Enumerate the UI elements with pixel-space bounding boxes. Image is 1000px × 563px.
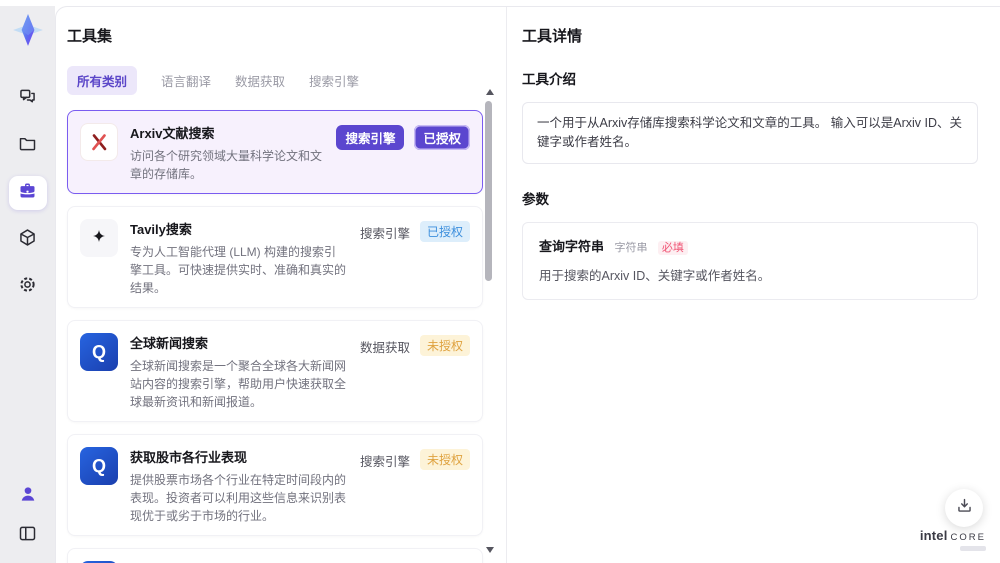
- intro-heading: 工具介绍: [522, 72, 576, 87]
- tool-name: Tavily搜索: [130, 222, 192, 237]
- tool-card-global-news[interactable]: Q 全球新闻搜索 全球新闻搜索是一个聚合全球各大新闻网站内容的搜索引擎，帮助用户…: [67, 320, 483, 422]
- param-required-badge: 必填: [657, 240, 688, 255]
- cube-icon: [17, 227, 38, 253]
- sidebar-item-collapse[interactable]: [9, 519, 47, 553]
- app-logo-icon[interactable]: [10, 12, 46, 48]
- param-name: 查询字符串: [539, 238, 605, 254]
- category-label: 搜索引擎: [359, 227, 410, 241]
- param-type: 字符串: [614, 241, 648, 254]
- tool-list: Arxiv文献搜索 访问各个研究领域大量科学论文和文章的存储库。 搜索引擎 已授…: [67, 110, 483, 563]
- sidebar-item-settings[interactable]: [9, 270, 47, 304]
- tool-card-arxiv[interactable]: Arxiv文献搜索 访问各个研究领域大量科学论文和文章的存储库。 搜索引擎 已授…: [67, 110, 483, 194]
- tool-desc: 专为人工智能代理 (LLM) 构建的搜索引擎工具。可快速提供实时、准确和真实的结…: [130, 245, 347, 295]
- arxiv-logo-icon: [80, 123, 118, 161]
- tool-desc: 提供股票市场各个行业在特定时间段内的表现。投资者可以利用这些信息来识别表现优于或…: [130, 473, 347, 523]
- intel-core-logo: intel CORE: [920, 528, 986, 551]
- brand-subtext-bar: [960, 546, 986, 551]
- download-button[interactable]: [945, 489, 983, 527]
- tool-name: 全球新闻搜索: [130, 336, 209, 351]
- tool-desc: 访问各个研究领域大量科学论文和文章的存储库。: [130, 149, 323, 181]
- user-icon: [18, 484, 38, 509]
- tavily-sparkle-icon: [80, 219, 118, 257]
- folder-icon: [17, 133, 38, 159]
- sidebar-item-models[interactable]: [9, 223, 47, 257]
- parameter-box: 查询字符串 字符串 必填 用于搜索的Arxiv ID、关键字或作者姓名。: [522, 221, 978, 300]
- tab-search-engine[interactable]: 搜索引擎: [309, 66, 359, 95]
- sidebar-item-toolset[interactable]: [8, 176, 47, 210]
- category-label: 搜索引擎: [359, 455, 410, 469]
- tool-intro-box: 一个用于从Arxiv存储库搜索科学论文和文章的工具。 输入可以是Arxiv ID…: [522, 102, 978, 164]
- tool-details-pane: 工具详情 工具介绍 一个用于从Arxiv存储库搜索科学论文和文章的工具。 输入可…: [506, 7, 1000, 563]
- main-panel: 工具集 所有类别 语言翻译 数据获取 搜索引擎 Arxiv文献搜索 访问各个研究…: [55, 6, 1000, 563]
- download-icon: [955, 496, 974, 520]
- category-badge: 搜索引擎: [336, 125, 405, 150]
- brand-core-text: CORE: [950, 532, 986, 543]
- sidebar-item-files[interactable]: [9, 129, 47, 163]
- tool-card-sector-performance[interactable]: Q 获取股市各行业表现 提供股票市场各个行业在特定时间段内的表现。投资者可以利用…: [67, 434, 483, 536]
- sidebar-rail: [0, 6, 55, 563]
- param-desc: 用于搜索的Arxiv ID、关键字或作者姓名。: [539, 268, 771, 283]
- auth-badge: 未授权: [419, 449, 470, 470]
- gear-icon: [17, 274, 38, 300]
- scroll-down-arrow[interactable]: [486, 547, 494, 553]
- news-logo-icon: Q: [80, 333, 118, 371]
- panel-toggle-icon: [17, 523, 38, 549]
- tool-name: 获取股市各行业表现: [130, 450, 248, 465]
- toolset-title: 工具集: [67, 28, 113, 45]
- tool-name: Arxiv文献搜索: [130, 126, 215, 141]
- briefcase-icon: [17, 180, 38, 206]
- tool-list-scrollbar[interactable]: [485, 89, 494, 553]
- tab-data-fetch[interactable]: 数据获取: [235, 66, 285, 95]
- tool-card-tavily[interactable]: Tavily搜索 专为人工智能代理 (LLM) 构建的搜索引擎工具。可快速提供实…: [67, 206, 483, 308]
- auth-badge: 未授权: [419, 335, 470, 356]
- tool-card-active-stocks[interactable]: Q 获取市场最活跃股票信息 提供当天交易量最高的股票列表，投资者可以利用这些信息…: [67, 548, 483, 563]
- chat-icon: [17, 86, 38, 112]
- params-heading: 参数: [522, 191, 549, 207]
- toolset-pane: 工具集 所有类别 语言翻译 数据获取 搜索引擎 Arxiv文献搜索 访问各个研究…: [56, 7, 506, 563]
- scroll-up-arrow[interactable]: [486, 89, 494, 95]
- tab-translation[interactable]: 语言翻译: [161, 66, 211, 95]
- sidebar-item-account[interactable]: [9, 479, 47, 513]
- tool-desc: 全球新闻搜索是一个聚合全球各大新闻网站内容的搜索引擎，帮助用户快速获取全球最新资…: [130, 359, 347, 409]
- tab-all-categories[interactable]: 所有类别: [67, 66, 138, 95]
- sidebar-item-chat[interactable]: [9, 82, 47, 116]
- auth-badge: 已授权: [419, 221, 470, 242]
- stock-logo-icon: Q: [80, 447, 118, 485]
- brand-intel-text: intel: [919, 528, 948, 543]
- details-title: 工具详情: [522, 28, 583, 45]
- category-tabs: 所有类别 语言翻译 数据获取 搜索引擎: [67, 66, 506, 95]
- auth-badge: 已授权: [414, 125, 470, 150]
- category-label: 数据获取: [359, 341, 410, 355]
- scrollbar-thumb[interactable]: [485, 101, 492, 281]
